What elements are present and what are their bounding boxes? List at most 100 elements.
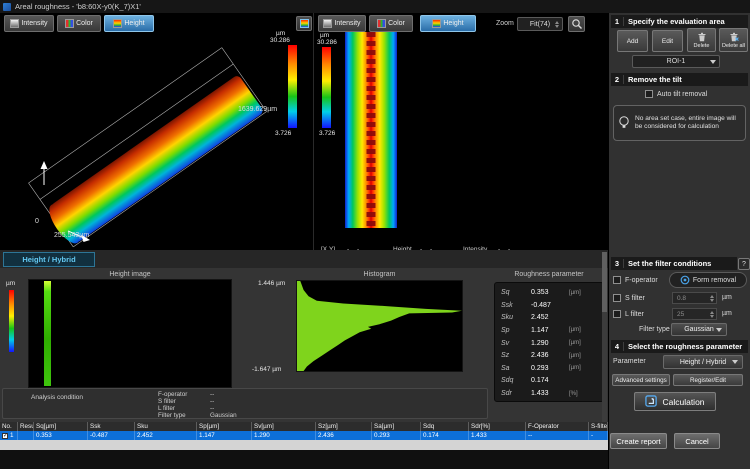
register-edit-button[interactable]: Register/Edit bbox=[673, 374, 743, 386]
analysis-condition-box: Analysis condition F-operator-- S filter… bbox=[2, 388, 488, 419]
parameter-select[interactable]: Height / Hybrid bbox=[663, 355, 743, 369]
height-map-image[interactable] bbox=[345, 32, 397, 228]
color-button-2d[interactable]: Color bbox=[369, 15, 413, 32]
help-button[interactable]: ? bbox=[738, 258, 750, 270]
auto-tilt-checkbox[interactable] bbox=[645, 90, 653, 98]
magnifier-icon bbox=[571, 18, 583, 30]
advanced-settings-button[interactable]: Advanced settings bbox=[612, 374, 670, 386]
help-label: ? bbox=[742, 261, 746, 268]
s-filter-spinner[interactable] bbox=[710, 295, 716, 302]
results-table: No. Result Sq[µm] Ssk Sku Sp[µm] Sv[µm] … bbox=[0, 422, 608, 440]
color-label: Color bbox=[388, 20, 405, 27]
add-button[interactable]: Add bbox=[617, 30, 648, 52]
cell-sfilter: - bbox=[589, 431, 608, 440]
s-filter-checkbox[interactable] bbox=[613, 294, 621, 302]
intensity-label: Intensity bbox=[21, 20, 47, 27]
height-button-3d[interactable]: Height bbox=[104, 15, 154, 32]
form-removal-icon bbox=[680, 275, 690, 285]
s-filter-value: 0.8 bbox=[677, 295, 686, 302]
parameter-label: Parameter bbox=[613, 358, 646, 365]
roi-value: ROI-1 bbox=[667, 58, 686, 65]
3d-display-button[interactable] bbox=[296, 16, 312, 31]
intensity-button-3d[interactable]: Intensity bbox=[4, 15, 54, 32]
cancel-button[interactable]: Cancel bbox=[674, 433, 720, 449]
l-filter-spinner[interactable] bbox=[710, 311, 716, 318]
scale-min-2d: 3.726 bbox=[319, 130, 335, 137]
col-ssk: Ssk bbox=[88, 422, 135, 431]
f-operator-label: F-operator bbox=[625, 277, 658, 284]
roi-select[interactable]: ROI-1 bbox=[632, 55, 720, 68]
surface-3d-render[interactable]: 1639.629µm 0 255.543µm bbox=[2, 41, 312, 259]
cell-sq: 0.353 bbox=[34, 431, 88, 440]
calculation-button[interactable]: Calculation bbox=[634, 392, 716, 411]
l-filter-input[interactable]: 25 bbox=[672, 308, 717, 320]
form-removal-button[interactable]: Form removal bbox=[669, 272, 747, 288]
zoom-value: Fit(74) bbox=[530, 21, 550, 28]
histogram-box[interactable] bbox=[296, 280, 463, 372]
intensity-button-2d[interactable]: Intensity bbox=[318, 15, 366, 32]
scale-unit-2d: µm bbox=[320, 32, 329, 39]
roughness-row: Ssk-0.487 bbox=[501, 300, 599, 311]
col-no: No. bbox=[0, 422, 18, 431]
scale-max-2d: 30.286 bbox=[317, 39, 337, 46]
l-filter-label: L filter bbox=[625, 311, 644, 318]
auto-tilt-row: Auto tilt removal bbox=[645, 90, 707, 98]
table-row[interactable]: 1 0.353 -0.487 2.452 1.147 1.290 2.436 0… bbox=[0, 431, 608, 440]
titlebar: Areal roughness - 'b8:60X-y0(K_7)X1' bbox=[0, 0, 750, 13]
row-checkbox[interactable] bbox=[2, 433, 8, 439]
height-map-texture bbox=[367, 32, 376, 228]
cell-sz: 2.436 bbox=[316, 431, 372, 440]
parameter-value: Height / Hybrid bbox=[680, 359, 726, 366]
section-2-number: 2 bbox=[611, 75, 624, 84]
col-sz: Sz[µm] bbox=[316, 422, 372, 431]
height-icon bbox=[432, 19, 441, 28]
section-1-title: Specify the evaluation area bbox=[628, 17, 725, 26]
axis-origin-label: 0 bbox=[35, 218, 39, 225]
note-box: No area set case, entire image will be c… bbox=[613, 105, 746, 141]
col-sdr: Sdr[%] bbox=[469, 422, 526, 431]
cell-sku: 2.452 bbox=[135, 431, 197, 440]
chevron-down-icon bbox=[716, 328, 722, 332]
s-filter-input[interactable]: 0.8 bbox=[672, 292, 717, 304]
edit-button[interactable]: Edit bbox=[652, 30, 683, 52]
lightbulb-icon bbox=[618, 115, 630, 131]
delete-all-button[interactable]: Delete all bbox=[719, 28, 748, 52]
create-report-button[interactable]: Create report bbox=[610, 433, 667, 449]
col-foperator: F-Operator bbox=[526, 422, 589, 431]
delete-button[interactable]: Delete bbox=[687, 28, 716, 52]
roughness-row: Sku2.452 bbox=[501, 312, 599, 323]
histogram-y-min: -1.647 µm bbox=[252, 366, 281, 373]
zoom-select[interactable]: Fit(74) bbox=[517, 17, 563, 31]
height-button-2d[interactable]: Height bbox=[420, 15, 476, 32]
condition-row: S filter-- bbox=[158, 398, 214, 405]
color-icon bbox=[377, 19, 386, 28]
col-sq: Sq[µm] bbox=[34, 422, 88, 431]
condition-row: Filter typeGaussian bbox=[158, 412, 237, 419]
vertical-scrollbar[interactable] bbox=[602, 252, 607, 448]
height-image-box[interactable] bbox=[28, 279, 232, 388]
delete-label: Delete bbox=[694, 43, 710, 49]
section-3-title: Set the filter conditions bbox=[628, 259, 711, 268]
app-icon bbox=[3, 3, 11, 11]
cell-sdr: 1.433 bbox=[469, 431, 526, 440]
axis-length-label: 1639.629µm bbox=[238, 106, 277, 113]
scrollbar-thumb[interactable] bbox=[602, 252, 607, 312]
section-4-header: 4 Select the roughness parameter bbox=[611, 340, 748, 353]
auto-tilt-label: Auto tilt removal bbox=[657, 91, 707, 98]
color-button-3d[interactable]: Color bbox=[57, 15, 101, 32]
calculation-icon bbox=[645, 395, 658, 408]
section-3-header: 3 Set the filter conditions bbox=[611, 257, 737, 270]
tab-height-hybrid[interactable]: Height / Hybrid bbox=[3, 252, 95, 267]
color-label: Color bbox=[76, 20, 93, 27]
section-2-header: 2 Remove the tilt bbox=[611, 73, 748, 86]
zoom-tool-button[interactable] bbox=[568, 16, 585, 32]
col-sa: Sa[µm] bbox=[372, 422, 421, 431]
col-sdq: Sdq bbox=[421, 422, 469, 431]
filter-type-select[interactable]: Gaussian bbox=[671, 323, 727, 336]
cell-foperator: -- bbox=[526, 431, 589, 440]
zoom-label: Zoom bbox=[496, 20, 514, 27]
col-result: Result bbox=[18, 422, 34, 431]
f-operator-checkbox[interactable] bbox=[613, 276, 621, 284]
l-filter-checkbox[interactable] bbox=[613, 310, 621, 318]
histogram-y-max: 1.446 µm bbox=[258, 280, 285, 287]
